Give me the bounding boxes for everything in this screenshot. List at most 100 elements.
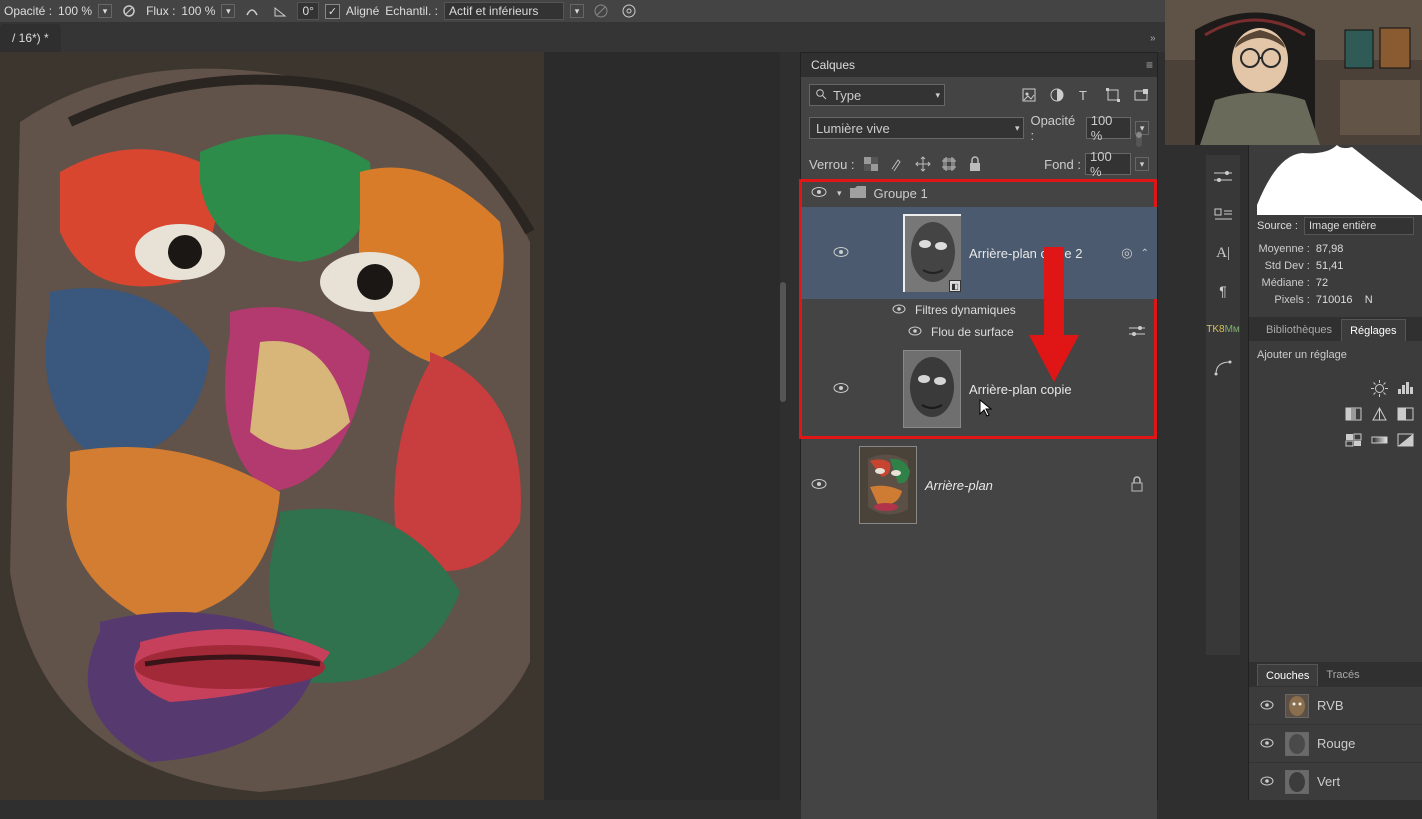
fill-dropdown-icon[interactable]: ▾ bbox=[1135, 157, 1149, 171]
visibility-toggle-icon[interactable] bbox=[889, 303, 909, 317]
visibility-toggle-icon[interactable] bbox=[905, 325, 925, 339]
ignore-adjustment-icon[interactable] bbox=[590, 2, 612, 20]
expand-dock-icon[interactable]: » bbox=[1150, 33, 1156, 44]
channel-row[interactable]: RVB bbox=[1249, 686, 1422, 724]
sample-select[interactable]: Actif et inférieurs bbox=[444, 2, 564, 20]
visibility-toggle-icon[interactable] bbox=[831, 246, 851, 261]
layer-thumbnail[interactable] bbox=[859, 446, 917, 524]
tab-libraries[interactable]: Bibliothèques bbox=[1257, 319, 1341, 341]
posterize-icon[interactable] bbox=[1344, 405, 1362, 423]
panel-menu-icon[interactable]: ≡ bbox=[1146, 58, 1153, 72]
filter-smartobject-icon[interactable] bbox=[1133, 87, 1149, 103]
sample-dropdown-icon[interactable]: ▾ bbox=[570, 4, 584, 18]
canvas-viewport[interactable] bbox=[0, 52, 780, 800]
visibility-toggle-icon[interactable] bbox=[1257, 699, 1277, 713]
layers-panel-tab[interactable]: Calques ≡ bbox=[801, 53, 1157, 77]
source-select[interactable]: Image entière bbox=[1304, 217, 1414, 235]
aligned-label: Aligné bbox=[346, 4, 379, 18]
lock-transparent-icon[interactable] bbox=[863, 156, 879, 172]
layer-opacity-value[interactable]: 100 % bbox=[1086, 117, 1131, 139]
flow-value[interactable]: 100 % bbox=[181, 4, 215, 18]
color-balance-icon[interactable] bbox=[1370, 405, 1388, 423]
layer-row-background[interactable]: Arrière-plan bbox=[801, 439, 1157, 531]
collapse-filters-icon[interactable]: ⌃ bbox=[1141, 248, 1149, 259]
brightness-contrast-icon[interactable] bbox=[1370, 379, 1388, 397]
character-panel-icon[interactable]: A| bbox=[1211, 241, 1235, 265]
airbrush-icon[interactable] bbox=[241, 2, 263, 20]
lock-all-icon[interactable] bbox=[967, 156, 983, 172]
layer-thumbnail[interactable] bbox=[903, 350, 961, 428]
group-header[interactable]: ▾ Groupe 1 bbox=[801, 179, 1157, 207]
visibility-toggle-icon[interactable] bbox=[809, 186, 829, 201]
smart-filter-visibility-icon[interactable]: ◎ bbox=[1121, 245, 1132, 261]
collapse-toggle-icon[interactable]: ▾ bbox=[837, 188, 842, 199]
channel-row[interactable]: Vert bbox=[1249, 762, 1422, 800]
flow-dropdown-icon[interactable]: ▾ bbox=[221, 4, 235, 18]
pen-curve-icon[interactable] bbox=[1211, 355, 1235, 379]
properties-icon[interactable] bbox=[1211, 203, 1235, 227]
opacity-dropdown-icon[interactable]: ▾ bbox=[98, 4, 112, 18]
channel-thumbnail bbox=[1285, 694, 1309, 718]
levels-icon[interactable] bbox=[1396, 379, 1414, 397]
svg-text:T: T bbox=[1079, 88, 1087, 103]
tab-paths[interactable]: Tracés bbox=[1318, 664, 1367, 686]
pressure-size-icon[interactable] bbox=[618, 2, 640, 20]
channel-row[interactable]: Rouge bbox=[1249, 724, 1422, 762]
visibility-toggle-icon[interactable] bbox=[1257, 737, 1277, 751]
chevron-down-icon: ▾ bbox=[1015, 123, 1020, 134]
layer-filter-type-select[interactable]: Type ▾ bbox=[809, 84, 945, 106]
folder-icon bbox=[850, 186, 866, 201]
document-tab[interactable]: / 16*) * bbox=[0, 24, 61, 52]
paragraph-panel-icon[interactable]: ¶ bbox=[1211, 279, 1235, 303]
visibility-toggle-icon[interactable] bbox=[831, 382, 851, 397]
filter-blend-options-icon[interactable] bbox=[1129, 325, 1145, 340]
threshold-icon[interactable] bbox=[1396, 405, 1414, 423]
lock-label: Verrou : bbox=[809, 157, 855, 172]
right-column: Source : Image entière Moyenne :87,98 St… bbox=[1248, 145, 1422, 800]
tk8-plugin-icon[interactable]: TK8Mᴍ bbox=[1211, 317, 1235, 341]
fill-value[interactable]: 100 % bbox=[1085, 153, 1131, 175]
lock-pixels-icon[interactable] bbox=[889, 156, 905, 172]
filter-type-icon[interactable]: T bbox=[1077, 87, 1093, 103]
layer-name[interactable]: Arrière-plan copie 2 bbox=[969, 246, 1113, 261]
gradient-map-icon[interactable] bbox=[1370, 431, 1388, 449]
scrollbar-thumb[interactable] bbox=[780, 282, 786, 402]
filter-adjustment-icon[interactable] bbox=[1049, 87, 1065, 103]
visibility-toggle-icon[interactable] bbox=[1257, 775, 1277, 789]
channel-name: RVB bbox=[1317, 698, 1344, 713]
layer-thumbnail[interactable]: ◧ bbox=[903, 214, 961, 292]
opacity-value[interactable]: 100 % bbox=[58, 4, 92, 18]
selective-color-icon[interactable] bbox=[1344, 431, 1362, 449]
channel-thumbnail bbox=[1285, 732, 1309, 756]
visibility-toggle-icon[interactable] bbox=[809, 478, 829, 493]
lock-position-icon[interactable] bbox=[915, 156, 931, 172]
angle-value[interactable]: 0° bbox=[297, 2, 318, 20]
webcam-overlay bbox=[1165, 0, 1422, 145]
layer-row[interactable]: Arrière-plan copie bbox=[801, 343, 1157, 435]
lock-icon[interactable] bbox=[1131, 477, 1143, 494]
layer-name[interactable]: Arrière-plan bbox=[925, 478, 1149, 493]
smart-filter-item[interactable]: Flou de surface bbox=[801, 321, 1157, 343]
group-name[interactable]: Groupe 1 bbox=[874, 186, 928, 201]
layers-panel: Calques ≡ Type ▾ T Lumière vive bbox=[800, 52, 1158, 800]
smart-filters-header[interactable]: Filtres dynamiques bbox=[801, 299, 1157, 321]
histogram[interactable] bbox=[1249, 145, 1422, 215]
filter-shape-icon[interactable] bbox=[1105, 87, 1121, 103]
add-adjustment-label: Ajouter un réglage bbox=[1257, 349, 1414, 361]
blend-mode-select[interactable]: Lumière vive ▾ bbox=[809, 117, 1024, 139]
filter-pixel-icon[interactable] bbox=[1021, 87, 1037, 103]
layer-name[interactable]: Arrière-plan copie bbox=[969, 382, 1149, 397]
filter-toggle-switch[interactable] bbox=[1131, 131, 1147, 147]
layer-row[interactable]: ◧ Arrière-plan copie 2 ◎ ⌃ bbox=[801, 207, 1157, 299]
tab-channels[interactable]: Couches bbox=[1257, 664, 1318, 686]
angle-icon[interactable] bbox=[269, 2, 291, 20]
sliders-icon[interactable] bbox=[1211, 165, 1235, 189]
pressure-opacity-icon[interactable] bbox=[118, 2, 140, 20]
invert-icon[interactable] bbox=[1396, 431, 1414, 449]
tab-adjustments[interactable]: Réglages bbox=[1341, 319, 1405, 341]
canvas-image bbox=[0, 52, 544, 800]
lock-artboard-icon[interactable] bbox=[941, 156, 957, 172]
collapsed-panel-strip: A| ¶ TK8Mᴍ bbox=[1206, 155, 1240, 655]
chevron-down-icon: ▾ bbox=[935, 90, 940, 101]
aligned-checkbox[interactable]: ✓ bbox=[325, 4, 340, 19]
